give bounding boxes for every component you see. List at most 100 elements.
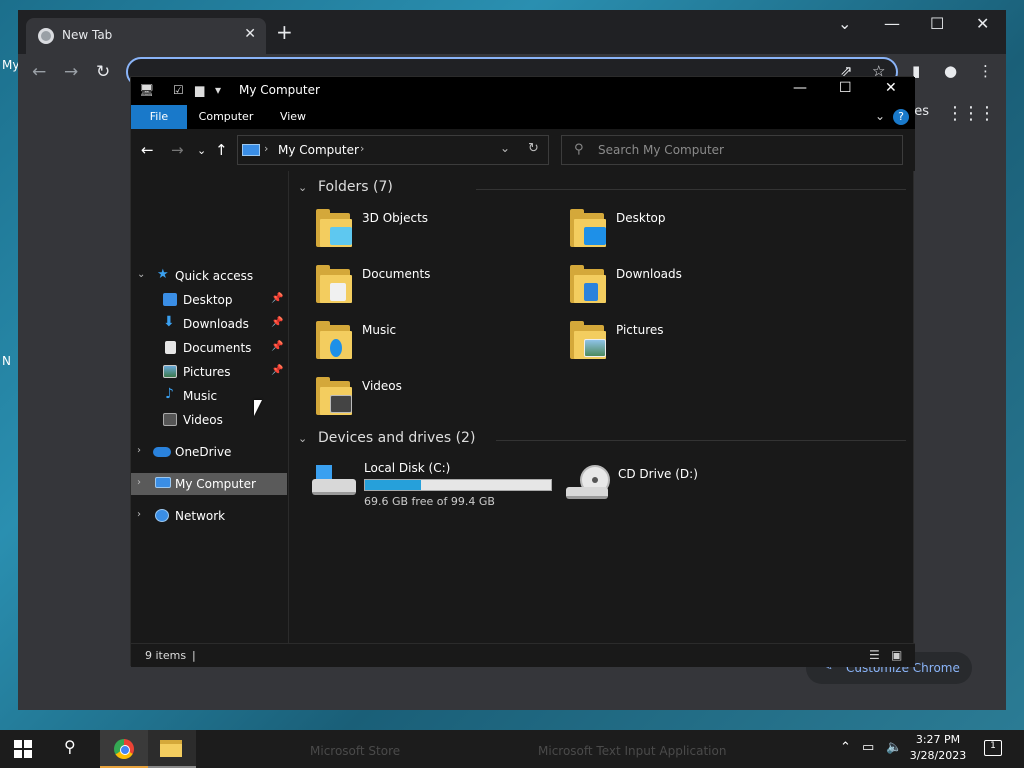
nav-item-label: Desktop	[183, 293, 233, 307]
folder-tile-music[interactable]: Music	[316, 317, 566, 369]
taskbar-file-explorer[interactable]	[148, 730, 196, 768]
recent-locations-chevron-icon[interactable]: ⌄	[197, 144, 206, 157]
details-view-icon[interactable]: ☰	[869, 648, 880, 662]
nav-item-music[interactable]: ♪ Music	[131, 385, 287, 407]
drive-usage-fill	[365, 480, 421, 490]
collapse-chevron-icon[interactable]: ⌄	[137, 269, 145, 280]
properties-check-icon[interactable]: ☑	[173, 83, 184, 97]
forward-arrow-icon[interactable]: →	[64, 62, 78, 82]
minimize-icon[interactable]: —	[884, 14, 900, 33]
pin-icon[interactable]: 📌	[271, 365, 283, 376]
drives-header-label: Devices and drives (2)	[318, 430, 476, 446]
nav-item-downloads[interactable]: ⬇ Downloads 📌	[131, 313, 287, 335]
address-row: ← → ⌄ ↑ › My Computer › ⌄ ↻ ⚲	[131, 129, 915, 171]
chrome-tab-favicon-icon	[38, 28, 54, 44]
taskbar-item-microsoft-store[interactable]: Microsoft Store	[310, 744, 400, 758]
folder-tile-3d-objects[interactable]: 3D Objects	[316, 205, 566, 257]
volume-icon[interactable]: 🔈	[886, 740, 902, 755]
breadcrumb-my-computer[interactable]: My Computer	[278, 143, 359, 157]
drive-tile-local-disk-c[interactable]: Local Disk (C:) 69.6 GB free of 99.4 GB	[312, 455, 562, 508]
drive-free-space: 69.6 GB free of 99.4 GB	[364, 495, 495, 508]
folder-name: Videos	[362, 379, 402, 393]
pin-icon[interactable]: 📌	[271, 317, 283, 328]
chrome-tab-new-tab[interactable]: New Tab ✕	[26, 18, 266, 54]
new-folder-icon[interactable]: ▆	[195, 83, 204, 97]
explorer-forward-icon[interactable]: →	[171, 141, 184, 159]
folder-tile-pictures[interactable]: Pictures	[570, 317, 820, 369]
network-tray-icon[interactable]: ▭	[862, 740, 874, 755]
nav-network[interactable]: › Network	[131, 505, 287, 527]
ribbon-tab-file[interactable]: File	[131, 105, 187, 129]
explorer-back-icon[interactable]: ←	[141, 141, 154, 159]
address-dropdown-icon[interactable]: ⌄	[500, 141, 510, 155]
nav-quick-access[interactable]: ⌄ ★ Quick access	[131, 265, 287, 287]
menu-kebab-icon[interactable]: ⋮	[978, 62, 993, 80]
up-arrow-icon[interactable]: ↑	[215, 141, 228, 159]
new-tab-plus-icon[interactable]: +	[276, 22, 293, 42]
explorer-minimize-icon[interactable]: —	[793, 80, 807, 96]
folder-icon	[570, 265, 606, 303]
tab-search-chevron-icon[interactable]: ⌄	[838, 14, 851, 33]
taskbar-search-icon[interactable]: ⚲	[64, 737, 76, 756]
nav-onedrive[interactable]: › OneDrive	[131, 441, 287, 463]
folders-header-label: Folders (7)	[318, 179, 393, 195]
nav-item-documents[interactable]: Documents 📌	[131, 337, 287, 359]
folder-icon	[316, 265, 352, 303]
profile-avatar-icon[interactable]: ●	[944, 62, 957, 80]
maximize-icon[interactable]: ☐	[930, 14, 944, 33]
help-icon[interactable]: ?	[893, 109, 909, 125]
collapse-group-chevron-icon[interactable]: ⌄	[298, 432, 307, 445]
folder-tile-downloads[interactable]: Downloads	[570, 261, 820, 313]
explorer-maximize-icon[interactable]: ☐	[839, 80, 852, 96]
quick-access-dropdown-icon[interactable]: ▾	[215, 83, 221, 97]
pin-icon[interactable]: 📌	[271, 341, 283, 352]
refresh-icon[interactable]: ↻	[528, 141, 539, 156]
taskbar-item-text-input[interactable]: Microsoft Text Input Application	[538, 744, 726, 758]
ribbon-tab-computer[interactable]: Computer	[193, 105, 259, 129]
music-note-icon: ♪	[165, 386, 174, 402]
ribbon-tab-view[interactable]: View	[269, 105, 317, 129]
nav-item-desktop[interactable]: Desktop 📌	[131, 289, 287, 311]
google-apps-grid-icon[interactable]: ⋮⋮⋮	[946, 103, 996, 124]
cloud-icon	[153, 447, 171, 457]
drive-tile-cd-drive-d[interactable]: CD Drive (D:)	[566, 455, 816, 507]
nav-item-pictures[interactable]: Pictures 📌	[131, 361, 287, 383]
address-bar[interactable]: › My Computer › ⌄ ↻	[237, 135, 549, 165]
reload-icon[interactable]: ↻	[96, 62, 110, 82]
folders-group-header[interactable]: ⌄ Folders (7)	[296, 177, 908, 201]
windows-start-icon[interactable]	[14, 740, 32, 758]
back-arrow-icon[interactable]: ←	[32, 62, 46, 82]
nav-item-videos[interactable]: Videos	[131, 409, 287, 431]
expand-ribbon-chevron-icon[interactable]: ⌄	[875, 109, 885, 123]
search-input[interactable]	[598, 141, 888, 159]
film-icon	[163, 413, 177, 426]
expand-chevron-icon[interactable]: ›	[137, 445, 141, 456]
close-tab-icon[interactable]: ✕	[244, 26, 256, 42]
taskbar-chrome[interactable]	[100, 730, 148, 768]
folder-name: Downloads	[616, 267, 682, 281]
close-window-icon[interactable]: ✕	[976, 14, 989, 33]
explorer-close-icon[interactable]: ✕	[885, 80, 897, 96]
show-hidden-icons-chevron-icon[interactable]: ⌃	[840, 740, 851, 755]
computer-icon	[242, 144, 260, 156]
large-icons-view-icon[interactable]: ▣	[891, 648, 902, 662]
explorer-window-title: My Computer	[239, 83, 320, 97]
collapse-group-chevron-icon[interactable]: ⌄	[298, 181, 307, 194]
folder-icon	[316, 377, 352, 415]
expand-chevron-icon[interactable]: ›	[137, 509, 141, 520]
folder-tile-documents[interactable]: Documents	[316, 261, 566, 313]
folder-tile-videos[interactable]: Videos	[316, 373, 566, 425]
breadcrumb-chevron-icon[interactable]: ›	[360, 142, 364, 155]
taskbar-clock[interactable]: 3:27 PM 3/28/2023	[906, 732, 970, 764]
nav-my-computer[interactable]: › My Computer	[131, 473, 287, 495]
computer-icon	[155, 477, 171, 488]
file-explorer-icon	[160, 740, 182, 757]
expand-chevron-icon[interactable]: ›	[137, 477, 141, 488]
folder-icon	[570, 209, 606, 247]
breadcrumb-separator-icon[interactable]: ›	[264, 142, 268, 155]
notification-center-icon[interactable]: 1	[984, 740, 1002, 756]
pin-icon[interactable]: 📌	[271, 293, 283, 304]
document-icon	[165, 341, 176, 354]
folder-tile-desktop[interactable]: Desktop	[570, 205, 820, 257]
drives-group-header[interactable]: ⌄ Devices and drives (2)	[296, 428, 908, 452]
